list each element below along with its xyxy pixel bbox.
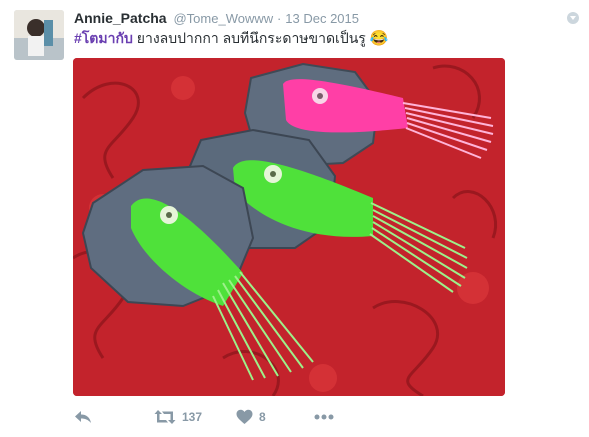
user-handle[interactable]: @Tome_Wowww [173, 11, 273, 26]
tweet-date[interactable]: 13 Dec 2015 [285, 11, 359, 26]
hashtag-link[interactable]: #โตมากับ [74, 30, 133, 46]
retweet-button[interactable]: 137 [154, 407, 202, 427]
caret-down-icon[interactable] [567, 12, 579, 24]
tweet-body: ยางลบปากกา ลบทีนึกระดาษขาดเป็นรู [132, 30, 370, 46]
tweet-card: Annie_Patcha @Tome_Wowww · 13 Dec 2015 #… [0, 0, 589, 437]
tweet-photo[interactable] [73, 58, 505, 396]
laughing-emoji: 😂 [369, 30, 389, 47]
avatar-image [14, 10, 64, 60]
retweet-icon [154, 410, 176, 424]
like-count: 8 [259, 410, 266, 424]
more-icon [314, 414, 334, 420]
separator: · [277, 11, 282, 26]
display-name[interactable]: Annie_Patcha [74, 10, 167, 26]
reply-icon [75, 411, 91, 423]
avatar[interactable] [14, 10, 64, 60]
like-button[interactable]: 8 [236, 407, 266, 427]
more-button[interactable] [314, 407, 334, 427]
photo-eraser-brushes [73, 58, 505, 396]
reply-button[interactable] [74, 407, 92, 427]
tweet-actions: 137 8 [74, 407, 494, 427]
tweet-header: Annie_Patcha @Tome_Wowww · 13 Dec 2015 [74, 8, 359, 28]
heart-icon [236, 409, 253, 424]
retweet-count: 137 [182, 410, 203, 424]
tweet-text: #โตมากับ ยางลบปากกา ลบทีนึกระดาษขาดเป็นร… [74, 28, 388, 49]
